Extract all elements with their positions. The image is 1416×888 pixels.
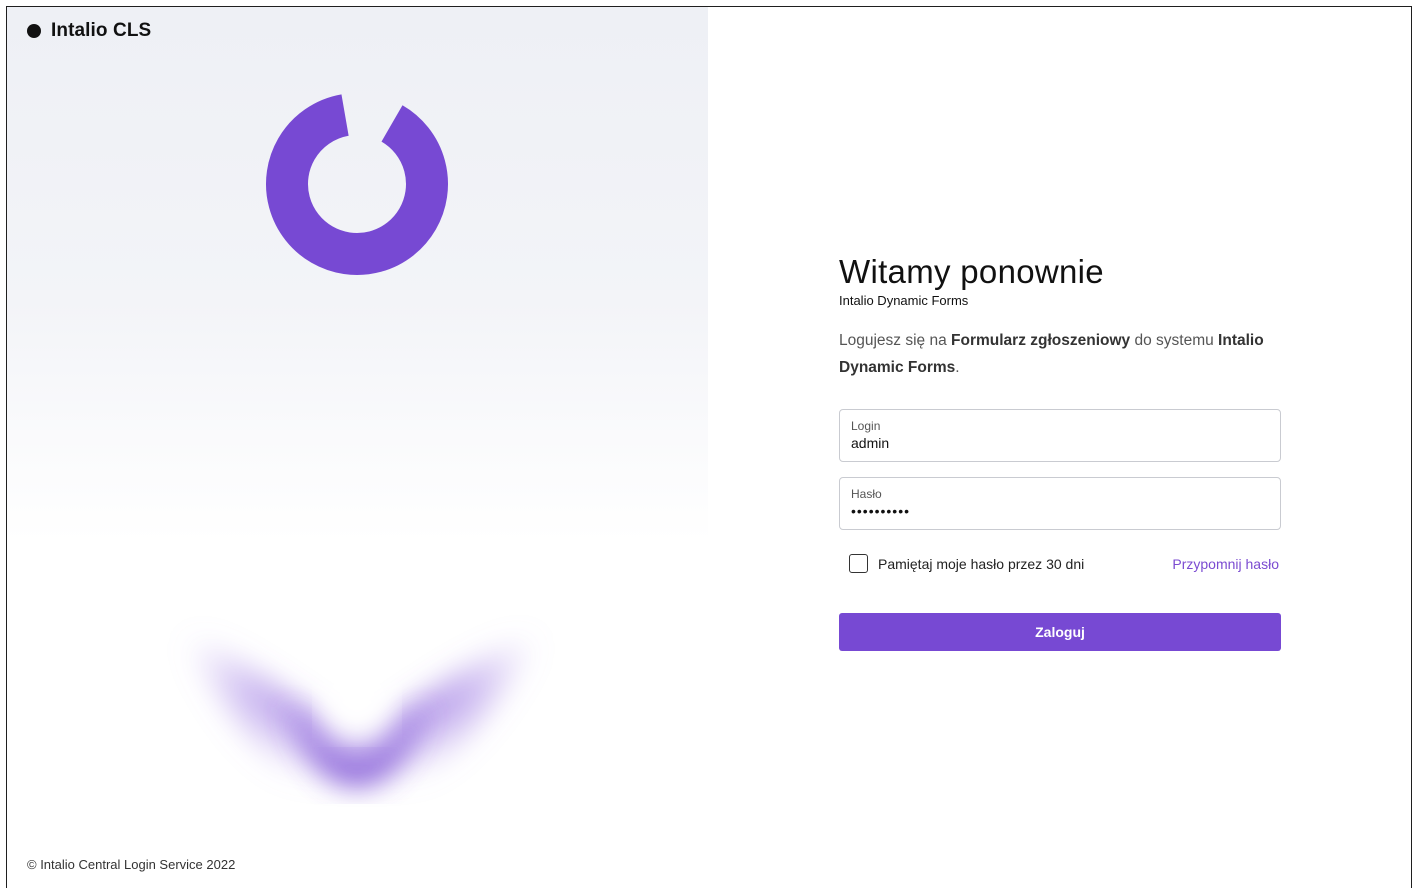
remember-checkbox[interactable] bbox=[849, 554, 868, 573]
remember-label: Pamiętaj moje hasło przez 30 dni bbox=[878, 555, 1085, 572]
login-label: Login bbox=[851, 419, 881, 433]
brand-dot-icon bbox=[27, 24, 41, 38]
brand-name: Intalio CLS bbox=[51, 20, 152, 41]
description-text: Logujesz się na bbox=[839, 332, 952, 349]
login-description: Logujesz się na Formularz zgłoszeniowy d… bbox=[839, 327, 1279, 381]
intalio-arc-logo bbox=[266, 93, 448, 275]
password-field[interactable]: Hasło •••••••••• bbox=[839, 477, 1281, 530]
login-field[interactable]: Login bbox=[839, 409, 1281, 462]
brand: Intalio CLS bbox=[27, 20, 151, 42]
footer-copyright: © Intalio Central Login Service 2022 bbox=[27, 857, 236, 872]
login-form: Witamy ponownie Intalio Dynamic Forms Lo… bbox=[839, 7, 1283, 888]
login-button[interactable]: Zaloguj bbox=[839, 613, 1281, 651]
remember-me[interactable]: Pamiętaj moje hasło przez 30 dni bbox=[849, 554, 1084, 573]
forgot-password-link[interactable]: Przypomnij hasło bbox=[1172, 556, 1279, 572]
page-frame: Intalio CLS © Intalio Central Login Serv… bbox=[6, 6, 1412, 888]
app-subtitle: Intalio Dynamic Forms bbox=[839, 293, 969, 308]
page-title: Witamy ponownie bbox=[839, 253, 1104, 290]
description-text: do systemu bbox=[1130, 332, 1219, 349]
decorative-glow bbox=[177, 627, 547, 802]
password-input[interactable]: •••••••••• bbox=[851, 503, 1261, 519]
login-input[interactable] bbox=[851, 435, 1261, 451]
description-text: . bbox=[955, 359, 960, 376]
password-label: Hasło bbox=[851, 487, 882, 501]
form-name: Formularz zgłoszeniowy bbox=[951, 332, 1131, 349]
